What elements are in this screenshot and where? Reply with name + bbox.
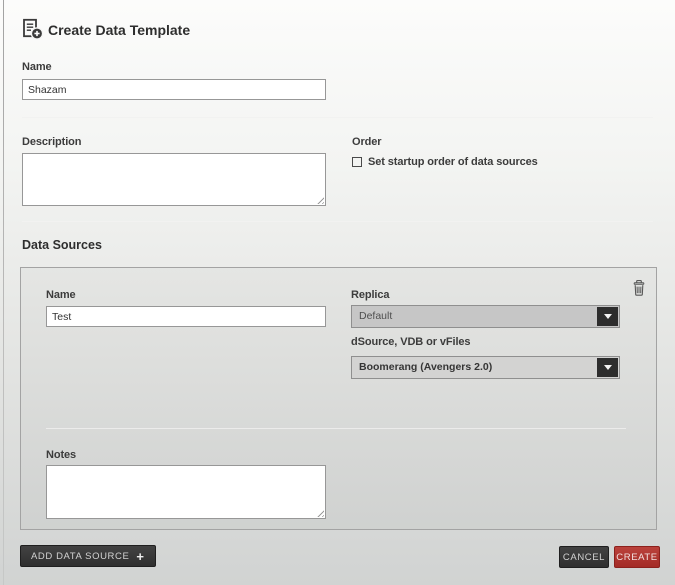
cancel-button[interactable]: CANCEL: [559, 546, 609, 568]
dsource-selected-value: Boomerang (Avengers 2.0): [352, 357, 619, 378]
dsource-dropdown[interactable]: Boomerang (Avengers 2.0): [351, 356, 620, 379]
data-sources-heading: Data Sources: [22, 238, 102, 252]
left-edge-divider: [3, 0, 4, 585]
create-button[interactable]: CREATE: [614, 546, 660, 568]
name-input[interactable]: [22, 79, 326, 100]
replica-dropdown[interactable]: Default: [351, 305, 620, 328]
trash-icon[interactable]: [632, 280, 646, 296]
card-divider: [46, 428, 626, 429]
startup-order-checkbox[interactable]: [352, 157, 362, 167]
replica-selected-value: Default: [352, 306, 619, 327]
notes-label: Notes: [46, 449, 76, 461]
dsource-label: dSource, VDB or vFiles: [351, 336, 470, 348]
chevron-down-icon[interactable]: [597, 358, 618, 377]
source-name-label: Name: [46, 289, 76, 301]
name-label: Name: [22, 61, 52, 73]
data-source-card: Name Replica Default dSource, VDB or vFi…: [20, 267, 657, 530]
startup-order-option[interactable]: Set startup order of data sources: [352, 156, 538, 168]
section-divider: [22, 221, 653, 222]
plus-icon: +: [136, 550, 144, 563]
notes-textarea[interactable]: [46, 465, 326, 519]
replica-label: Replica: [351, 289, 389, 301]
description-textarea[interactable]: [22, 153, 326, 206]
add-data-source-label: ADD DATA SOURCE: [31, 551, 129, 562]
page-title: Create Data Template: [48, 22, 190, 38]
document-add-icon: [20, 17, 44, 41]
chevron-down-icon[interactable]: [597, 307, 618, 326]
add-data-source-button[interactable]: ADD DATA SOURCE +: [20, 545, 156, 567]
source-name-input[interactable]: [46, 306, 326, 327]
startup-order-checkbox-label: Set startup order of data sources: [368, 156, 538, 168]
section-divider: [22, 117, 653, 118]
description-label: Description: [22, 136, 81, 148]
order-label: Order: [352, 136, 381, 148]
